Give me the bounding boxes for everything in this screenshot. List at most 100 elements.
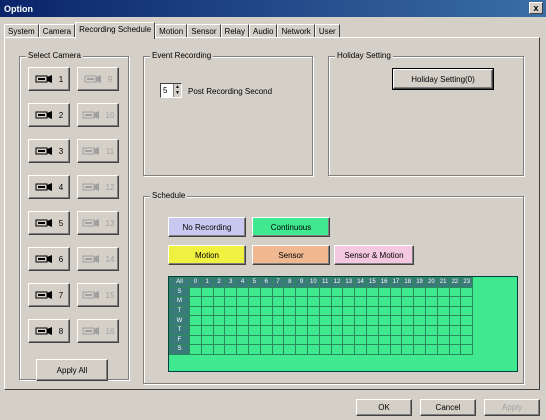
- grid-hour-header[interactable]: 3: [224, 277, 238, 288]
- grid-cell[interactable]: [460, 324, 474, 336]
- grid-cell[interactable]: [354, 286, 367, 298]
- grid-cell[interactable]: [377, 315, 391, 326]
- grid-cell[interactable]: [295, 286, 308, 298]
- grid-cell[interactable]: [354, 315, 367, 326]
- grid-cell[interactable]: [401, 296, 415, 307]
- grid-cell[interactable]: [200, 296, 214, 307]
- grid-cell[interactable]: [424, 305, 438, 317]
- schedule-grid[interactable]: All 0 1 2 3 4 5 6 7 8 9 10 11 12 13 14 15 16 17 18 19 20 21 22 2…: [168, 276, 518, 372]
- tab-sensor[interactable]: Sensor: [187, 24, 221, 38]
- grid-cell[interactable]: [389, 315, 403, 326]
- grid-day-header[interactable]: T: [169, 324, 190, 336]
- camera-6-button[interactable]: 6: [28, 247, 70, 271]
- camera-5-button[interactable]: 5: [28, 211, 70, 235]
- mode-sensor-button[interactable]: Sensor: [252, 245, 330, 265]
- camera-16-button[interactable]: 16: [77, 319, 119, 343]
- grid-cell[interactable]: [424, 324, 438, 336]
- grid-hour-header[interactable]: 6: [259, 277, 273, 288]
- grid-cell[interactable]: [365, 344, 379, 355]
- grid-cell[interactable]: [236, 334, 249, 346]
- grid-cell[interactable]: [318, 315, 332, 326]
- apply-button[interactable]: Apply: [484, 399, 540, 416]
- grid-cell[interactable]: [354, 334, 367, 346]
- tab-audio[interactable]: Audio: [249, 24, 278, 38]
- grid-hour-header[interactable]: 8: [283, 277, 297, 288]
- grid-cell[interactable]: [342, 286, 356, 298]
- grid-cell[interactable]: [283, 344, 297, 355]
- grid-cell[interactable]: [224, 286, 238, 298]
- grid-cell[interactable]: [460, 305, 474, 317]
- grid-hour-header[interactable]: 18: [401, 277, 415, 288]
- grid-cell[interactable]: [448, 324, 462, 336]
- grid-hour-header[interactable]: 15: [365, 277, 379, 288]
- grid-cell[interactable]: [189, 344, 202, 355]
- grid-hour-header[interactable]: 19: [413, 277, 426, 288]
- grid-cell[interactable]: [377, 334, 391, 346]
- grid-cell[interactable]: [436, 324, 450, 336]
- grid-cell[interactable]: [283, 334, 297, 346]
- grid-cell[interactable]: [318, 334, 332, 346]
- grid-cell[interactable]: [236, 296, 249, 307]
- grid-hour-header[interactable]: 2: [212, 277, 226, 288]
- grid-cell[interactable]: [283, 286, 297, 298]
- grid-hour-header[interactable]: 16: [377, 277, 391, 288]
- grid-cell[interactable]: [413, 344, 426, 355]
- grid-cell[interactable]: [295, 344, 308, 355]
- grid-cell[interactable]: [413, 305, 426, 317]
- grid-day-header[interactable]: F: [169, 334, 190, 346]
- tab-motion[interactable]: Motion: [155, 24, 188, 38]
- grid-day-header[interactable]: T: [169, 305, 190, 317]
- grid-hour-header[interactable]: 21: [436, 277, 450, 288]
- camera-8-button[interactable]: 8: [28, 319, 70, 343]
- grid-cell[interactable]: [424, 296, 438, 307]
- grid-hour-header[interactable]: 9: [295, 277, 308, 288]
- grid-cell[interactable]: [271, 305, 285, 317]
- grid-cell[interactable]: [413, 324, 426, 336]
- mode-sensor-motion-button[interactable]: Sensor & Motion: [334, 245, 414, 265]
- grid-cell[interactable]: [342, 344, 356, 355]
- grid-cell[interactable]: [318, 296, 332, 307]
- grid-cell[interactable]: [448, 305, 462, 317]
- tab-user[interactable]: User: [314, 24, 340, 38]
- grid-cell[interactable]: [448, 315, 462, 326]
- grid-cell[interactable]: [460, 334, 474, 346]
- grid-cell[interactable]: [365, 324, 379, 336]
- grid-cell[interactable]: [436, 286, 450, 298]
- grid-cell[interactable]: [354, 296, 367, 307]
- grid-cell[interactable]: [236, 286, 249, 298]
- grid-cell[interactable]: [200, 286, 214, 298]
- grid-cell[interactable]: [330, 324, 344, 336]
- grid-cell[interactable]: [236, 315, 249, 326]
- grid-cell[interactable]: [424, 334, 438, 346]
- grid-cell[interactable]: [189, 286, 202, 298]
- grid-cell[interactable]: [271, 324, 285, 336]
- grid-cell[interactable]: [212, 286, 226, 298]
- grid-cell[interactable]: [224, 344, 238, 355]
- camera-7-button[interactable]: 7: [28, 283, 70, 307]
- grid-cell[interactable]: [460, 315, 474, 326]
- grid-hour-header[interactable]: 1: [200, 277, 214, 288]
- close-button[interactable]: x: [529, 2, 543, 14]
- grid-cell[interactable]: [247, 344, 261, 355]
- camera-15-button[interactable]: 15: [77, 283, 119, 307]
- grid-hour-header[interactable]: 14: [354, 277, 367, 288]
- grid-hour-header[interactable]: 5: [247, 277, 261, 288]
- grid-cell[interactable]: [271, 334, 285, 346]
- post-recording-spinner[interactable]: 5 ▲ ▼: [160, 83, 182, 98]
- grid-cell[interactable]: [330, 334, 344, 346]
- grid-cell[interactable]: [318, 305, 332, 317]
- grid-cell[interactable]: [401, 305, 415, 317]
- grid-cell[interactable]: [200, 305, 214, 317]
- grid-cell[interactable]: [389, 286, 403, 298]
- grid-hour-header[interactable]: 4: [236, 277, 249, 288]
- grid-all-corner[interactable]: All: [169, 277, 190, 288]
- grid-hour-header[interactable]: 23: [460, 277, 474, 288]
- grid-cell[interactable]: [236, 344, 249, 355]
- tab-network[interactable]: Network: [277, 24, 315, 38]
- grid-hour-header[interactable]: 11: [318, 277, 332, 288]
- grid-cell[interactable]: [306, 324, 320, 336]
- spinner-arrows-icon[interactable]: ▲ ▼: [173, 84, 181, 97]
- grid-cell[interactable]: [342, 305, 356, 317]
- grid-cell[interactable]: [271, 315, 285, 326]
- grid-cell[interactable]: [377, 305, 391, 317]
